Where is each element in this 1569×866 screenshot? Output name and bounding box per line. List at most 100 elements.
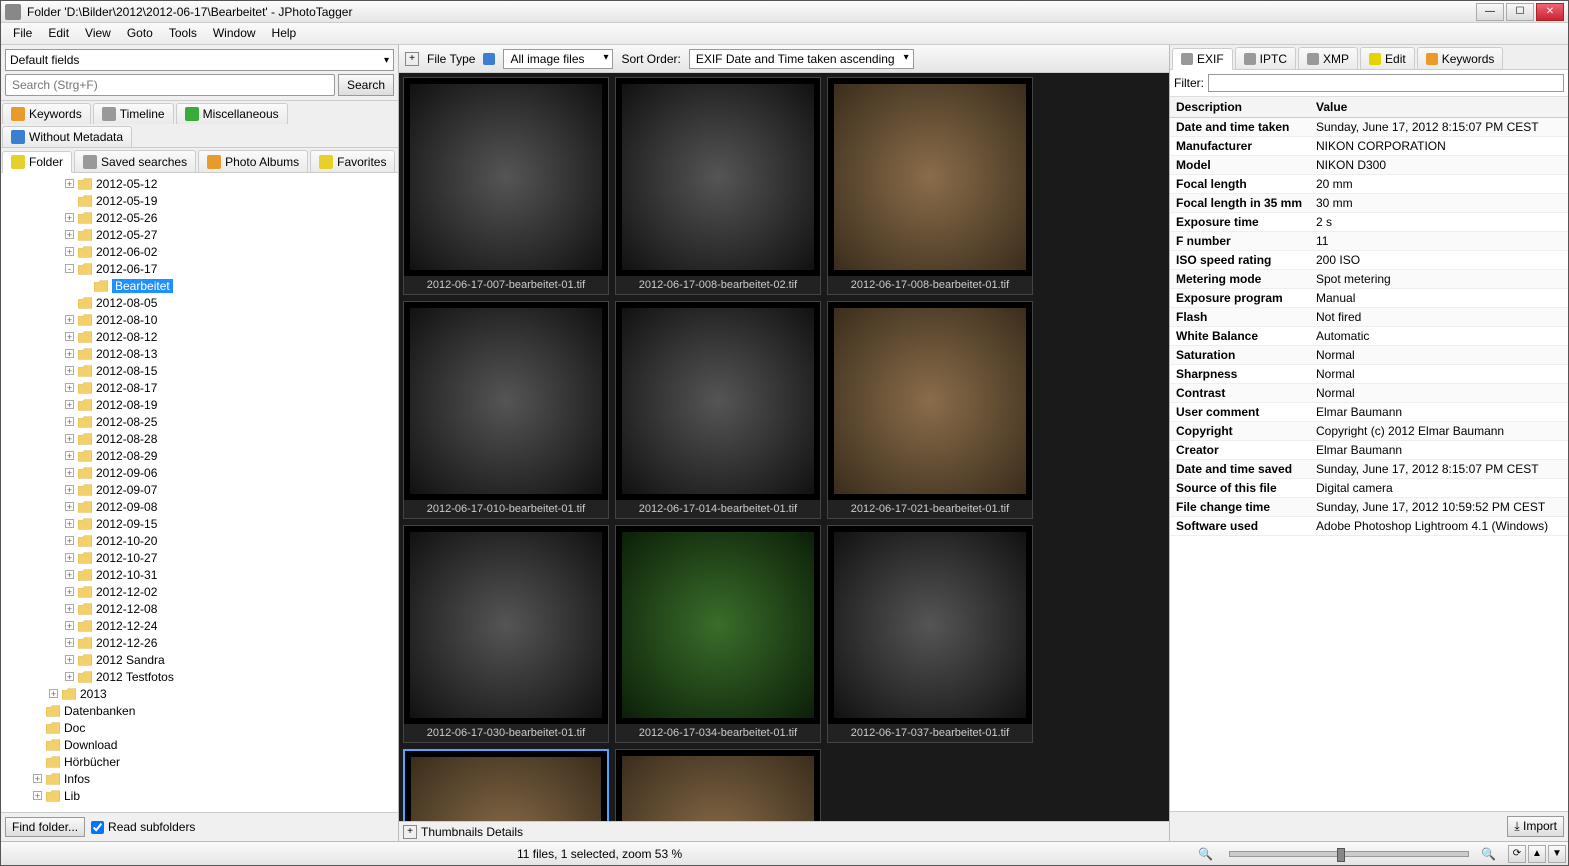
exif-row[interactable]: FlashNot fired <box>1170 308 1568 327</box>
tree-node[interactable]: +2012-12-08 <box>1 600 398 617</box>
tree-node[interactable]: +Lib <box>1 787 398 804</box>
tree-twisty[interactable]: + <box>65 315 74 324</box>
exif-row[interactable]: Software usedAdobe Photoshop Lightroom 4… <box>1170 517 1568 536</box>
tree-node[interactable]: +2012-05-12 <box>1 175 398 192</box>
menu-help[interactable]: Help <box>264 23 305 44</box>
tree-twisty[interactable]: + <box>65 553 74 562</box>
read-subfolders-checkbox[interactable]: Read subfolders <box>91 820 195 834</box>
tree-twisty[interactable]: + <box>65 213 74 222</box>
search-button[interactable]: Search <box>338 74 394 96</box>
maximize-button[interactable]: ☐ <box>1506 3 1534 21</box>
tree-twisty[interactable]: + <box>65 485 74 494</box>
file-type-dropdown[interactable]: All image files <box>503 49 613 69</box>
tree-node[interactable]: +2012-09-06 <box>1 464 398 481</box>
menu-edit[interactable]: Edit <box>40 23 77 44</box>
tree-twisty[interactable]: + <box>65 451 74 460</box>
tree-node[interactable]: +2012-08-29 <box>1 447 398 464</box>
tree-node[interactable]: 2012-08-05 <box>1 294 398 311</box>
zoom-slider[interactable] <box>1229 851 1469 857</box>
status-down-button[interactable]: ▼ <box>1548 845 1566 863</box>
tree-node[interactable]: +2013 <box>1 685 398 702</box>
metadata-tab-edit[interactable]: Edit <box>1360 47 1415 69</box>
zoom-slider-thumb[interactable] <box>1337 848 1345 862</box>
exif-row[interactable]: ModelNIKON D300 <box>1170 156 1568 175</box>
tree-twisty[interactable]: + <box>65 655 74 664</box>
tree-twisty[interactable]: + <box>65 332 74 341</box>
tree-twisty[interactable]: + <box>33 774 42 783</box>
tab-miscellaneous[interactable]: Miscellaneous <box>176 103 288 124</box>
tree-twisty[interactable]: + <box>65 570 74 579</box>
tree-twisty[interactable]: + <box>65 638 74 647</box>
thumbnail[interactable]: 2012-06-17-007-bearbeitet-01.tif <box>403 77 609 295</box>
menu-goto[interactable]: Goto <box>119 23 161 44</box>
tree-node[interactable]: Download <box>1 736 398 753</box>
thumbnail[interactable]: 2012-06-17-010-bearbeitet-01.tif <box>403 301 609 519</box>
field-selector-combo[interactable]: Default fields ▾ <box>5 49 394 71</box>
zoom-out-icon[interactable]: 🔍 <box>1198 847 1213 861</box>
tree-twisty[interactable]: + <box>65 621 74 630</box>
exif-row[interactable]: Metering modeSpot metering <box>1170 270 1568 289</box>
tab-without-metadata[interactable]: Without Metadata <box>2 126 132 147</box>
exif-row[interactable]: ManufacturerNIKON CORPORATION <box>1170 137 1568 156</box>
tree-node[interactable]: +2012-08-12 <box>1 328 398 345</box>
tree-twisty[interactable]: + <box>65 672 74 681</box>
tree-twisty[interactable]: + <box>65 400 74 409</box>
tree-twisty[interactable]: + <box>65 434 74 443</box>
expand-toolbar-button[interactable]: + <box>405 52 419 66</box>
tree-twisty[interactable]: + <box>49 689 58 698</box>
exif-row[interactable]: Focal length in 35 mm30 mm <box>1170 194 1568 213</box>
exif-row[interactable]: File change timeSunday, June 17, 2012 10… <box>1170 498 1568 517</box>
sort-order-dropdown[interactable]: EXIF Date and Time taken ascending <box>689 49 914 69</box>
tree-node[interactable]: Hörbücher <box>1 753 398 770</box>
read-subfolders-input[interactable] <box>91 821 104 834</box>
thumbnail-area[interactable]: 2012-06-17-007-bearbeitet-01.tif2012-06-… <box>399 73 1169 821</box>
thumbnail[interactable]: 2012-06-17-008-bearbeitet-01.tif <box>827 77 1033 295</box>
tree-twisty[interactable]: + <box>65 604 74 613</box>
tree-node[interactable]: +2012-12-02 <box>1 583 398 600</box>
tree-node[interactable]: +2012-05-27 <box>1 226 398 243</box>
exif-row[interactable]: ISO speed rating200 ISO <box>1170 251 1568 270</box>
tree-twisty[interactable]: + <box>65 417 74 426</box>
exif-filter-input[interactable] <box>1208 74 1564 92</box>
tree-twisty[interactable]: + <box>33 791 42 800</box>
tree-twisty[interactable]: + <box>65 536 74 545</box>
tree-node[interactable]: +Infos <box>1 770 398 787</box>
exif-row[interactable]: Date and time savedSunday, June 17, 2012… <box>1170 460 1568 479</box>
thumbnail[interactable]: 2012-06-17-043-bearbeitet-01.tif <box>615 749 821 821</box>
tree-node[interactable]: +2012-10-31 <box>1 566 398 583</box>
tree-node[interactable]: +2012-08-10 <box>1 311 398 328</box>
exif-row[interactable]: Date and time takenSunday, June 17, 2012… <box>1170 118 1568 137</box>
tab-keywords[interactable]: Keywords <box>2 103 91 124</box>
col-description[interactable]: Description <box>1170 97 1310 118</box>
thumbnail[interactable]: 2012-06-17-040-bearbeitet-01.tif <box>403 749 609 821</box>
tree-twisty[interactable]: + <box>65 519 74 528</box>
tree-twisty[interactable]: + <box>65 366 74 375</box>
expand-details-button[interactable]: + <box>403 825 417 839</box>
tree-node[interactable]: +2012-09-15 <box>1 515 398 532</box>
status-refresh-button[interactable]: ⟳ <box>1508 845 1526 863</box>
tree-node[interactable]: Datenbanken <box>1 702 398 719</box>
exif-row[interactable]: SaturationNormal <box>1170 346 1568 365</box>
tree-node[interactable]: +2012-08-15 <box>1 362 398 379</box>
tab-folder[interactable]: Folder <box>2 151 72 173</box>
tree-twisty[interactable]: + <box>65 247 74 256</box>
tree-node[interactable]: +2012-08-13 <box>1 345 398 362</box>
tree-node[interactable]: +2012-12-26 <box>1 634 398 651</box>
tree-twisty[interactable]: + <box>65 230 74 239</box>
menu-tools[interactable]: Tools <box>161 23 205 44</box>
exif-row[interactable]: CopyrightCopyright (c) 2012 Elmar Bauman… <box>1170 422 1568 441</box>
tree-twisty[interactable]: + <box>65 587 74 596</box>
tab-saved-searches[interactable]: Saved searches <box>74 150 196 172</box>
tree-node[interactable]: +2012-05-26 <box>1 209 398 226</box>
tree-node[interactable]: Bearbeitet <box>1 277 398 294</box>
thumbnail[interactable]: 2012-06-17-008-bearbeitet-02.tif <box>615 77 821 295</box>
metadata-tab-xmp[interactable]: XMP <box>1298 47 1358 69</box>
metadata-tab-iptc[interactable]: IPTC <box>1235 47 1296 69</box>
tree-twisty[interactable]: + <box>65 383 74 392</box>
tree-node[interactable]: +2012-08-17 <box>1 379 398 396</box>
thumbnail[interactable]: 2012-06-17-034-bearbeitet-01.tif <box>615 525 821 743</box>
metadata-tab-keywords[interactable]: Keywords <box>1417 47 1504 69</box>
exif-row[interactable]: F number11 <box>1170 232 1568 251</box>
tree-node[interactable]: +2012-09-08 <box>1 498 398 515</box>
exif-row[interactable]: Exposure time2 s <box>1170 213 1568 232</box>
